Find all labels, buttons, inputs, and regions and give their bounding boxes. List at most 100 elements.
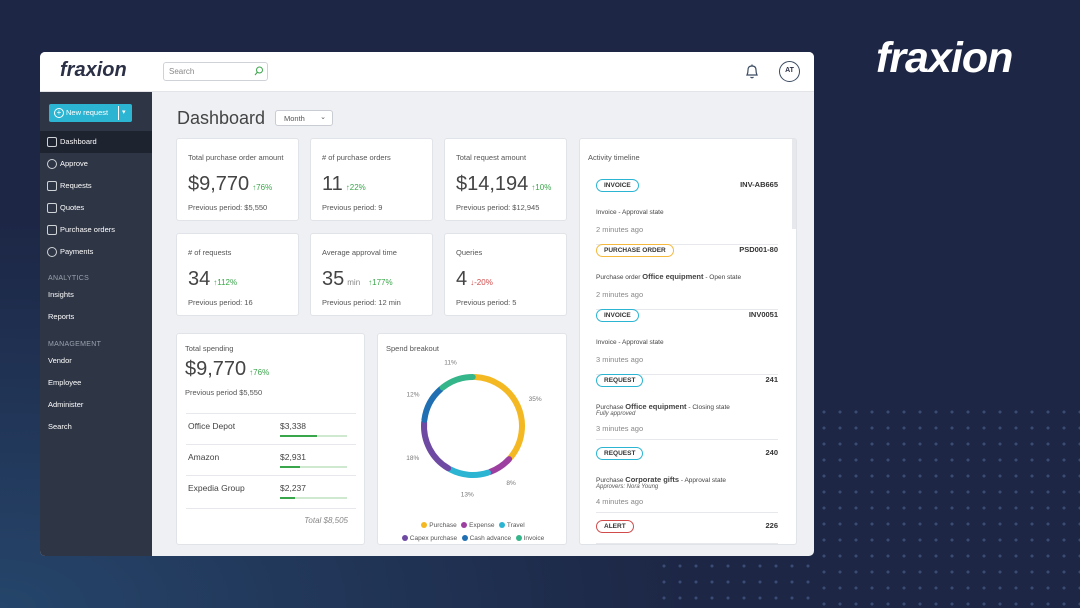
timeline-item[interactable]: REQUEST 240 Purchase Corporate gifts - App…: [596, 447, 778, 513]
vendor-amount: $3,338: [280, 421, 306, 431]
donut-slice-travel[interactable]: [447, 466, 492, 478]
timeline-item[interactable]: INVOICE INV-AB665 Invoice - Approval state…: [596, 179, 778, 245]
kpi-number: 4: [456, 268, 468, 290]
kpi-card-queries[interactable]: Queries 4 ↓-20% Previous period: 5: [444, 233, 567, 316]
sidebar-item-insights[interactable]: Insights: [40, 284, 152, 306]
page-title: Dashboard: [177, 108, 266, 128]
document-icon: [47, 225, 57, 235]
kpi-value: 35 min ↑177%: [322, 268, 393, 291]
timeline-id[interactable]: 240: [765, 448, 778, 457]
kpi-previous: Previous period: 5: [456, 298, 517, 307]
sidebar-item-reports[interactable]: Reports: [40, 306, 152, 328]
donut-label: 8%: [506, 480, 516, 487]
period-value: Month: [284, 114, 305, 123]
search-input[interactable]: Search: [163, 62, 268, 81]
timeline-item[interactable]: ALERT 226: [596, 520, 778, 544]
plus-icon: +: [54, 108, 64, 118]
kpi-card-approval-time[interactable]: Average approval time 35 min ↑177% Previou…: [310, 233, 433, 316]
scrollbar[interactable]: [792, 139, 796, 229]
vendor-row[interactable]: Amazon $2,931: [186, 444, 356, 475]
donut-slice-capex-purchase[interactable]: [421, 419, 452, 472]
kpi-card-requests[interactable]: # of requests 34 ↑112% Previous period: 1…: [176, 233, 299, 316]
donut-chart: 35% 8% 13% 18% 12% 11%: [406, 359, 542, 498]
sidebar-item-label: Quotes: [60, 203, 85, 212]
check-circle-icon: [47, 159, 57, 169]
timeline-tag: PURCHASE ORDER: [596, 244, 674, 257]
donut-slice-cash-advance[interactable]: [421, 386, 444, 423]
dot-pattern: [656, 558, 816, 608]
vendor-name: Expedia Group: [188, 483, 245, 493]
dot-pattern: [816, 404, 1080, 608]
sidebar-item-dashboard[interactable]: Dashboard: [40, 131, 152, 153]
kpi-card-request-amount[interactable]: Total request amount $14,194 ↑10% Previou…: [444, 138, 567, 221]
timeline-item[interactable]: INVOICE INV0051 Invoice - Approval state 3 …: [596, 309, 778, 375]
timeline-description: Invoice - Approval state: [596, 209, 664, 216]
avatar[interactable]: AT: [779, 61, 800, 82]
vendor-row[interactable]: Expedia Group $2,237: [186, 475, 356, 509]
timeline-tag: REQUEST: [596, 374, 644, 387]
timeline-tag: ALERT: [596, 520, 634, 533]
kpi-value: 11 ↑22%: [322, 173, 366, 196]
management-section-title: MANAGEMENT: [48, 341, 102, 348]
kpi-title: # of requests: [188, 248, 232, 257]
legend-item-capex: Capex purchase: [401, 535, 457, 542]
timeline-description: Purchase order Office equipment - Open s…: [596, 272, 742, 281]
vendor-bar: [280, 466, 347, 468]
chevron-down-icon: ⌄: [320, 114, 326, 121]
sidebar: + New request ▾ Dashboard Approve Reques…: [40, 92, 152, 556]
brand-logo: fraxion: [876, 34, 1013, 82]
legend-item-invoice: Invoice: [515, 535, 544, 542]
kpi-unit: min: [347, 278, 361, 287]
timeline-id[interactable]: INV-AB665: [740, 180, 778, 189]
timeline-id[interactable]: PSD001-80: [739, 245, 778, 254]
sidebar-item-vendor[interactable]: Vendor: [40, 350, 152, 372]
chevron-down-icon[interactable]: ▾: [122, 104, 126, 122]
total-spending-card: Total spending $9,770 ↑76% Previous perio…: [176, 333, 365, 545]
timeline-item[interactable]: PURCHASE ORDER PSD001-80 Purchase order Of…: [596, 244, 778, 310]
timeline-id[interactable]: INV0051: [749, 310, 778, 319]
spending-previous: Previous period $5,550: [185, 388, 263, 397]
timeline-time: 2 minutes ago: [596, 225, 644, 234]
sidebar-item-administer[interactable]: Administer: [40, 394, 152, 416]
new-request-button[interactable]: + New request ▾: [49, 104, 132, 122]
sidebar-item-employee[interactable]: Employee: [40, 372, 152, 394]
sidebar-item-requests[interactable]: Requests: [40, 175, 152, 197]
sidebar-item-quotes[interactable]: Quotes: [40, 197, 152, 219]
timeline-description: Purchase Corporate gifts - Approval stat…: [596, 475, 727, 484]
chart-legend: Capex purchase Cash advance Invoice: [378, 527, 568, 545]
app-logo[interactable]: fraxion: [60, 59, 127, 82]
sidebar-item-purchase-orders[interactable]: Purchase orders: [40, 219, 152, 241]
vendor-bar: [280, 497, 347, 499]
new-request-label: New request: [66, 108, 109, 117]
vendor-bar-fill: [280, 466, 301, 468]
kpi-card-po-count[interactable]: # of purchase orders 11 ↑22% Previous per…: [310, 138, 433, 221]
kpi-number: 11: [322, 173, 343, 195]
chart-title: Spend breakout: [386, 344, 439, 353]
timeline-id[interactable]: 241: [765, 375, 778, 384]
kpi-change: ↓-20%: [470, 278, 493, 287]
timeline-tag: INVOICE: [596, 309, 639, 322]
search-icon[interactable]: [254, 66, 264, 76]
donut-slice-purchase[interactable]: [472, 374, 525, 461]
timeline-subtext: Fully approved: [596, 411, 636, 417]
kpi-previous: Previous period: 16: [188, 298, 253, 307]
bell-icon[interactable]: [744, 63, 760, 80]
sidebar-item-label: Payments: [60, 247, 94, 256]
period-select[interactable]: Month ⌄: [275, 110, 333, 126]
vendor-row[interactable]: Office Depot $3,338: [186, 413, 356, 444]
spend-breakout-card: Spend breakout 35% 8% 13% 18% 12% 11% Purchas…: [377, 333, 567, 545]
donut-slice-expense[interactable]: [487, 456, 513, 475]
sidebar-item-approve[interactable]: Approve: [40, 153, 152, 175]
donut-slice-invoice[interactable]: [439, 374, 476, 391]
kpi-title: Total request amount: [456, 153, 527, 162]
kpi-change: ↑76%: [252, 183, 273, 192]
timeline-item[interactable]: REQUEST 241 Purchase Office equipment - Cl…: [596, 374, 778, 440]
kpi-change: ↑177%: [368, 278, 393, 287]
timeline-subtext: Approvers: Nora Young: [596, 484, 659, 490]
timeline-id[interactable]: 226: [765, 521, 778, 530]
sidebar-item-payments[interactable]: Payments: [40, 241, 152, 263]
quote-icon: [47, 203, 57, 213]
kpi-value: 4 ↓-20%: [456, 268, 493, 291]
kpi-card-po-amount[interactable]: Total purchase order amount $9,770 ↑76% P…: [176, 138, 299, 221]
sidebar-item-search[interactable]: Search: [40, 416, 152, 438]
